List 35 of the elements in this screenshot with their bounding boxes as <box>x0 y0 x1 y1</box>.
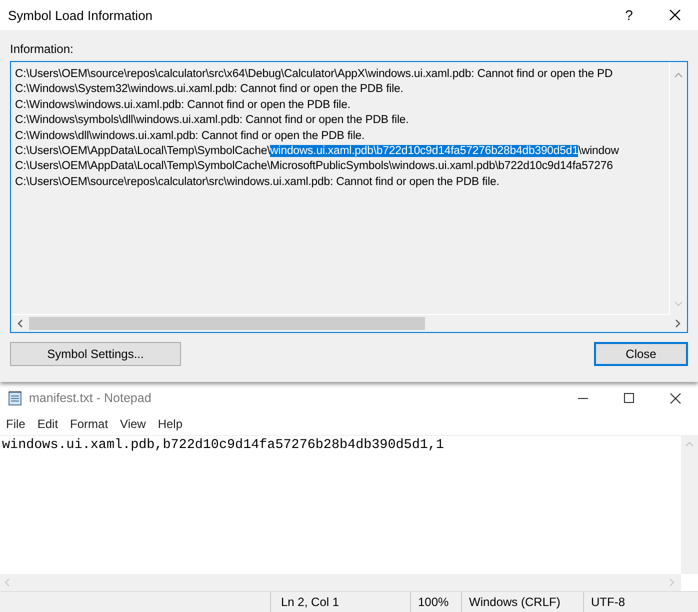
window-title: Symbol Load Information <box>8 8 154 22</box>
scroll-up-icon[interactable] <box>685 441 694 447</box>
log-line: C:\Windows\System32\windows.ui.xaml.pdb: Cannot find or open the PDB file. <box>15 83 404 96</box>
status-text: Windows (CRLF) <box>461 592 583 612</box>
notepad-icon <box>7 390 23 406</box>
window-title: manifest.txt - Notepad <box>29 391 152 405</box>
log-line: C:\Users\OEM\source\repos\calculator\src\x64\Debug\Calculator\AppX\windows.ui.xaml.pdb: Cannot find or open the PD <box>15 68 613 80</box>
scroll-down-icon[interactable] <box>674 301 683 307</box>
close-button[interactable]: Close <box>594 342 688 366</box>
scrollbar-thumb[interactable] <box>29 317 425 330</box>
information-list[interactable] <box>10 61 688 333</box>
menu-item[interactable]: Help <box>152 417 189 431</box>
menu-item[interactable]: Edit <box>31 417 64 431</box>
menu-item[interactable]: Format <box>64 417 114 431</box>
selected-text: windows.ui.xaml.pdb\b722d10c9d14fa57276b28b4db390d5d1 <box>270 145 578 158</box>
log-line: C:\Users\OEM\AppData\Local\Temp\SymbolCache\ <box>15 145 270 158</box>
menu-item[interactable]: View <box>114 417 152 431</box>
log-line: C:\Users\OEM\source\repos\calculator\src\windows.ui.xaml.pdb: Cannot find or open the PDB file. <box>15 176 500 188</box>
scroll-left-icon[interactable] <box>17 319 23 328</box>
symbol-settings-button[interactable]: Symbol Settings... <box>10 342 181 366</box>
log-line: C:\Windows\windows.ui.xaml.pdb: Cannot find or open the PDB file. <box>15 98 350 111</box>
vertical-scrollbar[interactable] <box>681 436 698 574</box>
log-line: \window <box>578 145 619 158</box>
information-label: Information: <box>10 42 74 56</box>
status-text: UTF-8 <box>583 592 698 612</box>
log-line: C:\Users\OEM\AppData\Local\Temp\SymbolCache\MicrosoftPublicSymbols\windows.ui.xaml.pdb\b722d10c9d14fa57276 <box>15 160 613 172</box>
scroll-up-icon[interactable] <box>674 72 683 78</box>
text-editor[interactable]: windows.ui.xaml.pdb,b722d10c9d14fa57276b28b4db390d5d1,1 <box>0 436 681 574</box>
log-line: C:\Windows\symbols\dll\windows.ui.xaml.pdb: Cannot find or open the PDB file. <box>15 114 409 126</box>
status-text: 100% <box>410 592 461 612</box>
menu-item[interactable]: File <box>0 417 32 431</box>
status-text: Ln 2, Col 1 <box>270 592 410 612</box>
log-line: C:\Windows\dll\windows.ui.xaml.pdb: Cannot find or open the PDB file. <box>15 130 365 142</box>
help-button[interactable]: ? <box>606 0 652 30</box>
scroll-right-icon[interactable] <box>675 319 681 328</box>
